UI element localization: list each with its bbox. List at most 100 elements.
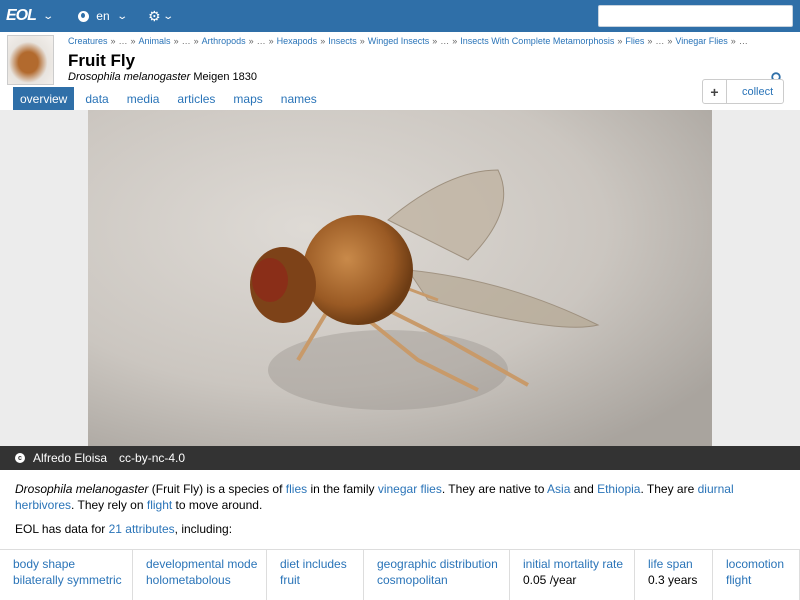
tab-overview[interactable]: overview (13, 87, 75, 110)
eol-data-prefix: EOL has data for (15, 522, 109, 536)
tab-maps[interactable]: maps (226, 87, 269, 110)
breadcrumb-separator: » (248, 36, 254, 46)
breadcrumb-separator: » (320, 36, 326, 46)
link-vinegar-flies[interactable]: vinegar flies (378, 482, 442, 496)
breadcrumb-separator: » (268, 36, 274, 46)
attribute-card[interactable]: locomotion flight (713, 550, 800, 600)
attribute-value: 0.3 years (648, 573, 698, 587)
eol-data-summary: EOL has data for 21 attributes, includin… (15, 522, 232, 536)
attribute-value: flight (726, 573, 752, 587)
collect-button[interactable]: + collect (702, 79, 784, 104)
attribute-card[interactable]: diet includes fruit (267, 550, 364, 600)
breadcrumb: Creatures»…» Animals»…» Arthropods»…» Hexap… (68, 36, 748, 46)
attribute-value: holometabolous (146, 573, 231, 587)
photo-license[interactable]: cc-by-nc-4.0 (119, 451, 185, 465)
breadcrumb-item[interactable]: Animals (139, 36, 171, 46)
breadcrumb-separator: » (647, 36, 653, 46)
attribute-key: locomotion (726, 557, 785, 571)
attribute-value: bilaterally symmetric (13, 573, 122, 587)
settings-menu[interactable]: ⚙ ⌄ (148, 7, 174, 25)
page-title: Fruit Fly (68, 51, 136, 70)
attribute-key: diet includes (280, 557, 347, 571)
scientific-name: Drosophila melanogaster Meigen 1830 (68, 71, 257, 83)
search-input[interactable] (598, 5, 793, 27)
gear-icon: ⚙ (148, 7, 161, 24)
attribute-card[interactable]: body shape bilaterally symmetric (0, 550, 133, 600)
breadcrumb-item[interactable]: Winged Insects (368, 36, 430, 46)
chevron-down-icon: ⌄ (161, 10, 174, 22)
breadcrumb-separator: » (173, 36, 179, 46)
breadcrumb-item: … (655, 36, 665, 46)
attribution-bar: c Alfredo Eloisa cc-by-nc-4.0 (0, 446, 800, 470)
logo-text: EOL (6, 7, 37, 24)
breadcrumb-separator: » (359, 36, 365, 46)
hero-media (0, 110, 800, 446)
summary-text: (Fruit Fly) is a species of (148, 482, 286, 496)
top-bar: EOL ⌄ en ⌄ ⚙ ⌄ (0, 0, 800, 32)
breadcrumb-item: … (118, 36, 128, 46)
fly-illustration (88, 110, 712, 446)
summary-text: to move around. (172, 498, 263, 512)
breadcrumb-item: … (738, 36, 748, 46)
attribute-card[interactable]: developmental mode holometabolous (133, 550, 267, 600)
link-asia[interactable]: Asia (547, 482, 570, 496)
summary-text: . They rely on (71, 498, 147, 512)
summary-text: and (570, 482, 598, 496)
breadcrumb-item[interactable]: Insects (328, 36, 357, 46)
authority: Meigen 1830 (193, 71, 257, 83)
fruit-fly-photo[interactable] (88, 110, 712, 446)
attribute-value: 0.05 /year (523, 573, 577, 587)
link-ethiopia[interactable]: Ethiopia (597, 482, 640, 496)
summary-text: . They are (640, 482, 698, 496)
attribute-key: body shape (13, 557, 76, 571)
tab-names[interactable]: names (274, 87, 324, 110)
tab-articles[interactable]: articles (170, 87, 222, 110)
attribute-key: initial mortality rate (523, 557, 624, 571)
summary-text: in the family (307, 482, 378, 496)
attribute-card[interactable]: initial mortality rate 0.05 /year (510, 550, 635, 600)
link-flight[interactable]: flight (147, 498, 172, 512)
eol-data-suffix: , including: (174, 522, 233, 536)
attribute-key: developmental mode (146, 557, 258, 571)
tab-data[interactable]: data (78, 87, 115, 110)
attribute-key: geographic distribution (377, 557, 498, 571)
breadcrumb-separator: » (130, 36, 136, 46)
breadcrumb-item: … (440, 36, 450, 46)
summary-scientific-name: Drosophila melanogaster (15, 482, 149, 496)
breadcrumb-item[interactable]: Creatures (68, 36, 108, 46)
breadcrumb-item: … (181, 36, 191, 46)
plus-icon: + (703, 80, 727, 103)
species-summary: Drosophila melanogaster (Fruit Fly) is a… (15, 481, 790, 513)
collect-label: collect (742, 85, 774, 98)
link-attributes[interactable]: 21 attributes (109, 522, 175, 536)
breadcrumb-separator: » (617, 36, 623, 46)
breadcrumb-separator: » (452, 36, 458, 46)
breadcrumb-separator: » (667, 36, 673, 46)
breadcrumb-separator: » (110, 36, 116, 46)
attributes-grid: body shape bilaterally symmetric develop… (0, 549, 800, 600)
breadcrumb-item[interactable]: Flies (625, 36, 644, 46)
attribute-value: cosmopolitan (377, 573, 448, 587)
eol-logo[interactable]: EOL ⌄ (6, 7, 54, 25)
globe-icon (78, 10, 90, 22)
attribute-key: life span (648, 557, 693, 571)
breadcrumb-separator: » (432, 36, 438, 46)
taxon-thumbnail[interactable] (7, 35, 54, 85)
attribute-value: fruit (280, 573, 301, 587)
attribute-card[interactable]: life span 0.3 years (635, 550, 713, 600)
breadcrumb-separator: » (193, 36, 199, 46)
attribute-card[interactable]: geographic distribution cosmopolitan (364, 550, 510, 600)
breadcrumb-item[interactable]: Vinegar Flies (675, 36, 727, 46)
summary-text: . They are native to (441, 482, 548, 496)
photo-author[interactable]: Alfredo Eloisa (33, 451, 107, 465)
link-flies[interactable]: flies (286, 482, 307, 496)
language-label: en (96, 9, 110, 23)
language-selector[interactable]: en ⌄ (78, 9, 128, 23)
breadcrumb-item[interactable]: Insects With Complete Metamorphosis (460, 36, 614, 46)
breadcrumb-item: … (256, 36, 266, 46)
breadcrumb-item[interactable]: Arthropods (202, 36, 246, 46)
breadcrumb-item[interactable]: Hexapods (277, 36, 318, 46)
chevron-down-icon: ⌄ (42, 10, 54, 22)
tab-media[interactable]: media (120, 87, 167, 110)
breadcrumb-separator: » (730, 36, 736, 46)
